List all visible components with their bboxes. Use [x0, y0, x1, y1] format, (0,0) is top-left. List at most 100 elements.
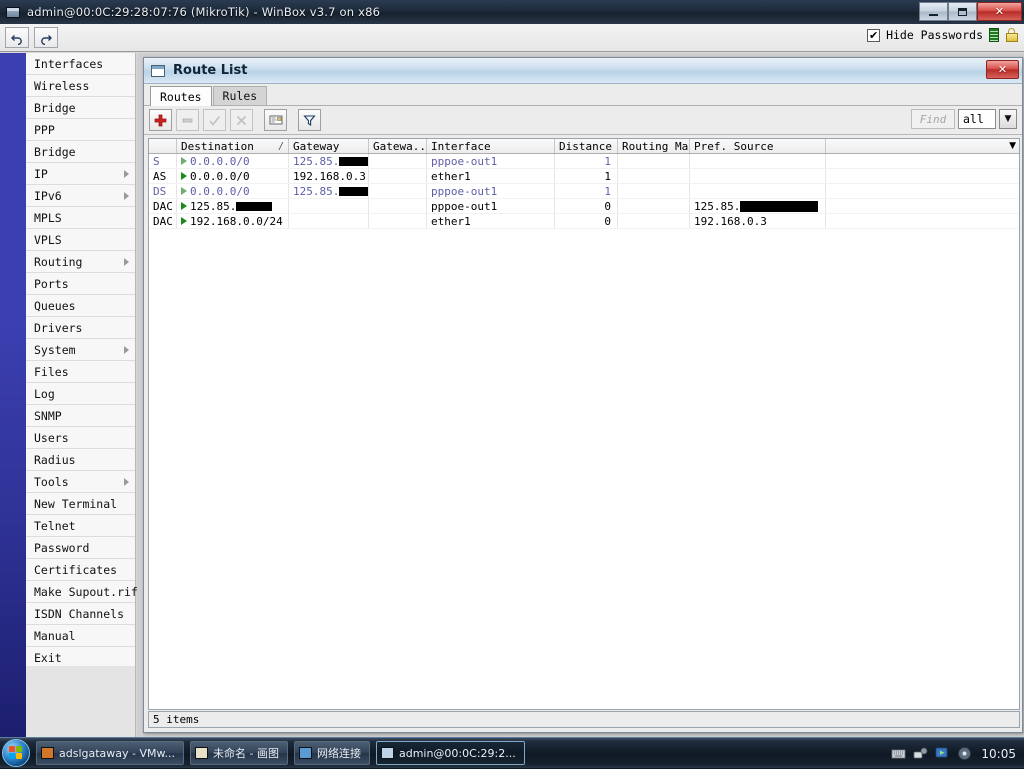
sidebar-item-drivers[interactable]: Drivers [26, 317, 135, 339]
start-button[interactable] [2, 739, 30, 767]
route-destination-cell: 125.85. [177, 199, 289, 213]
taskbar-button[interactable]: adslgataway - VMw... [36, 741, 184, 765]
add-button[interactable] [149, 109, 172, 131]
sidebar-item-users[interactable]: Users [26, 427, 135, 449]
sidebar-item-make-supout-rif[interactable]: Make Supout.rif [26, 581, 138, 603]
route-gateway-status-cell [369, 199, 427, 213]
signal-bars-icon [989, 28, 999, 42]
sidebar-item-routing[interactable]: Routing [26, 251, 135, 273]
sidebar-item-radius[interactable]: Radius [26, 449, 135, 471]
table-row[interactable]: DAC 192.168.0.0/24 ether1 0 192.168.0.3 [149, 214, 1019, 229]
tab-routes[interactable]: Routes [150, 86, 212, 106]
sidebar-item-manual[interactable]: Manual [26, 625, 135, 647]
keyboard-icon[interactable] [891, 746, 906, 761]
route-list-close-button[interactable]: ✕ [986, 60, 1019, 79]
route-list-window: Route List ✕ Routes Rules Find all ▼ Des… [143, 57, 1023, 733]
column-header-distance[interactable]: Distance [555, 139, 618, 153]
minimize-button[interactable] [919, 2, 948, 21]
sidebar-item-telnet[interactable]: Telnet [26, 515, 135, 537]
redaction-bar [339, 156, 368, 166]
table-row[interactable]: AS 0.0.0.0/0 192.168.0.3 ether1 1 [149, 169, 1019, 184]
route-list-titlebar[interactable]: Route List ✕ [144, 58, 1022, 84]
route-gateway-cell: 125.85. [289, 154, 369, 168]
sidebar-item-wireless[interactable]: Wireless [26, 75, 135, 97]
route-gateway: 125.85. [293, 185, 340, 198]
route-row-trailing-cell [826, 184, 1019, 198]
route-gateway: 125.85. [293, 155, 340, 168]
taskbar-button[interactable]: admin@00:0C:29:2... [375, 741, 525, 765]
route-gateway-status-cell [369, 154, 427, 168]
route-gateway-status-cell [369, 184, 427, 198]
sidebar-item-system[interactable]: System [26, 339, 135, 361]
hide-passwords-checkbox[interactable]: ✔ [867, 28, 881, 42]
disable-button[interactable] [230, 109, 253, 131]
sidebar-item-interfaces[interactable]: Interfaces [26, 53, 135, 75]
sidebar-filler [26, 666, 136, 737]
route-destination: 0.0.0.0/0 [190, 185, 250, 198]
route-pref-source-cell [690, 184, 826, 198]
sidebar-item-isdn-channels[interactable]: ISDN Channels [26, 603, 135, 625]
sidebar-item-tools[interactable]: Tools [26, 471, 135, 493]
column-menu-arrow-icon[interactable]: ▼ [1009, 139, 1016, 153]
sidebar-item-password[interactable]: Password [26, 537, 135, 559]
undo-button[interactable] [5, 27, 29, 48]
route-distance: 0 [604, 215, 611, 228]
close-button[interactable]: ✕ [977, 2, 1022, 21]
column-header-blank-0[interactable] [149, 139, 177, 153]
route-table-body: S 0.0.0.0/0 125.85. pppoe-out1 1 AS 0.0.0.0/0 1… [149, 154, 1019, 229]
window-titlebar[interactable]: admin@00:0C:29:28:07:76 (MikroTik) - Win… [0, 0, 1024, 24]
column-header-gatewa[interactable]: Gatewa... [369, 139, 427, 153]
sidebar-item-mpls[interactable]: MPLS [26, 207, 135, 229]
route-routing-mark-cell [618, 199, 690, 213]
tab-rules[interactable]: Rules [212, 86, 268, 105]
column-header-routing-mark[interactable]: Routing Mark [618, 139, 690, 153]
route-flags: AS [153, 170, 167, 183]
taskbar-button[interactable]: 未命名 - 画图 [190, 741, 288, 765]
find-input[interactable]: Find [911, 109, 955, 129]
redo-button[interactable] [34, 27, 58, 48]
clock[interactable]: 10:05 [981, 747, 1016, 761]
table-row[interactable]: DS 0.0.0.0/0 125.85. pppoe-out1 1 [149, 184, 1019, 199]
sidebar-item-bridge[interactable]: Bridge [26, 141, 135, 163]
route-routing-mark-cell [618, 154, 690, 168]
sidebar-item-files[interactable]: Files [26, 361, 135, 383]
route-table-header: Destination / Gateway Gatewa... Interface Dis… [149, 139, 1019, 154]
route-pref-source-cell [690, 154, 826, 168]
route-list-window-icon [151, 64, 165, 77]
taskbar-button[interactable]: 网络连接 [293, 741, 370, 765]
sidebar-item-ports[interactable]: Ports [26, 273, 135, 295]
column-header-destination[interactable]: Destination / [177, 139, 289, 153]
sidebar-item-vpls[interactable]: VPLS [26, 229, 135, 251]
vmware-icon[interactable] [935, 746, 950, 761]
sidebar-item-snmp[interactable]: SNMP [26, 405, 135, 427]
filter-button[interactable] [298, 109, 321, 131]
sidebar-item-label: Bridge [34, 100, 76, 115]
enable-button[interactable] [203, 109, 226, 131]
sidebar-item-certificates[interactable]: Certificates [26, 559, 135, 581]
taskbar-button-icon [298, 747, 312, 759]
filter-dropdown-arrow-icon[interactable]: ▼ [999, 109, 1017, 129]
route-interface-cell: ether1 [427, 169, 555, 183]
taskbar-button-icon [195, 747, 208, 759]
comment-button[interactable] [264, 109, 287, 131]
column-header-blank-8[interactable]: ▼ [826, 139, 1019, 153]
sidebar-item-new-terminal[interactable]: New Terminal [26, 493, 135, 515]
table-row[interactable]: DAC 125.85. pppoe-out1 0 125.85. [149, 199, 1019, 214]
maximize-button[interactable] [948, 2, 977, 21]
filter-select[interactable]: all [958, 109, 996, 129]
remove-button[interactable] [176, 109, 199, 131]
sidebar-item-ipv6[interactable]: IPv6 [26, 185, 135, 207]
route-interface: pppoe-out1 [431, 155, 498, 168]
column-header-gateway[interactable]: Gateway [289, 139, 369, 153]
network-icon[interactable] [913, 746, 928, 761]
sidebar-brand-strip: RouterOS WinBox [0, 53, 26, 737]
column-header-interface[interactable]: Interface [427, 139, 555, 153]
table-row[interactable]: S 0.0.0.0/0 125.85. pppoe-out1 1 [149, 154, 1019, 169]
sidebar-item-log[interactable]: Log [26, 383, 135, 405]
media-icon[interactable] [957, 746, 972, 761]
sidebar-item-queues[interactable]: Queues [26, 295, 135, 317]
sidebar-item-ppp[interactable]: PPP [26, 119, 135, 141]
sidebar-item-ip[interactable]: IP [26, 163, 135, 185]
sidebar-item-bridge[interactable]: Bridge [26, 97, 135, 119]
column-header-pref-source[interactable]: Pref. Source [690, 139, 826, 153]
